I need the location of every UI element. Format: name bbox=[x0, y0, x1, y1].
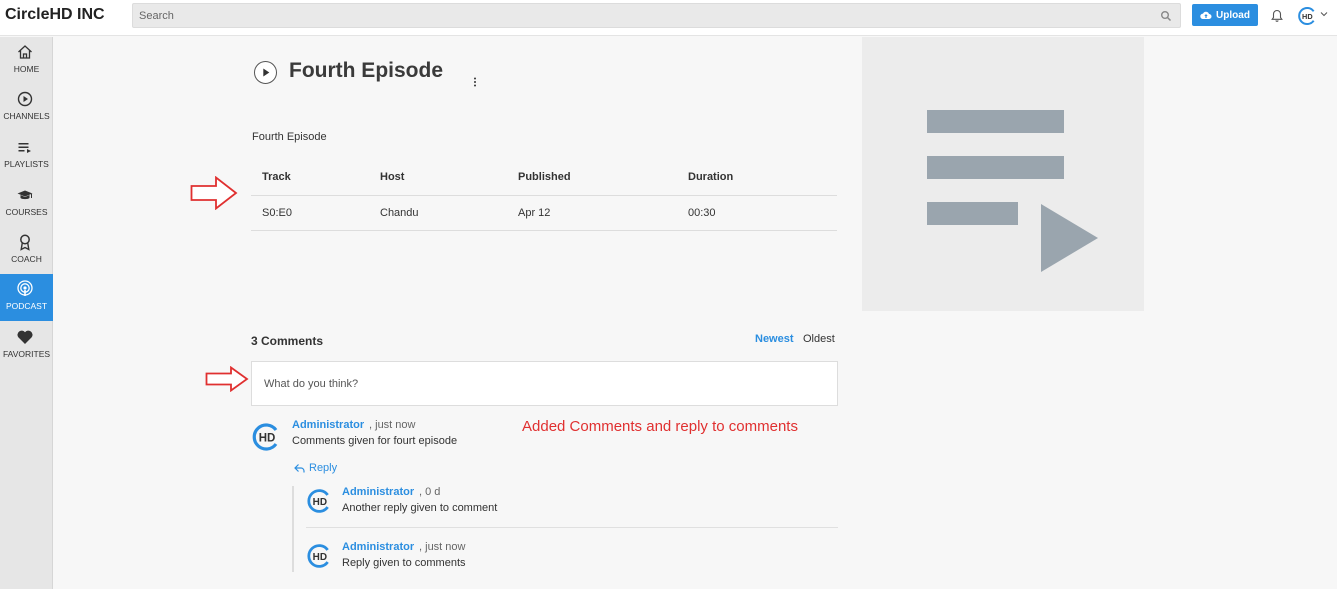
table-header-row: Track Host Published Duration bbox=[251, 160, 837, 196]
svg-text:HD: HD bbox=[313, 497, 327, 508]
upload-label: Upload bbox=[1216, 9, 1250, 21]
sidebar-item-label: COURSES bbox=[5, 207, 48, 217]
play-button[interactable] bbox=[254, 61, 277, 84]
page-title: Fourth Episode bbox=[289, 59, 443, 82]
comment-author[interactable]: Administrator bbox=[292, 419, 364, 431]
reply-time-value: just now bbox=[425, 541, 466, 553]
divider bbox=[306, 527, 838, 528]
podcast-icon bbox=[17, 280, 33, 296]
reply-button[interactable]: Reply bbox=[294, 462, 337, 474]
comments-count: 3 Comments bbox=[251, 334, 324, 348]
comment-time: , just now bbox=[369, 419, 416, 431]
search-icon[interactable] bbox=[1160, 10, 1172, 22]
sidebar-item-label: PLAYLISTS bbox=[4, 159, 49, 169]
column-header-published: Published bbox=[507, 160, 677, 196]
heart-icon bbox=[17, 330, 33, 344]
coach-icon bbox=[20, 234, 30, 251]
playlist-icon bbox=[18, 143, 31, 153]
graduation-cap-icon bbox=[17, 190, 33, 200]
reply-author[interactable]: Administrator bbox=[342, 541, 414, 553]
comment-input[interactable] bbox=[252, 362, 837, 405]
reply-time-value: 0 d bbox=[425, 486, 441, 498]
user-avatar[interactable]: HD bbox=[1297, 6, 1317, 26]
sidebar-item-podcast[interactable]: PODCAST bbox=[0, 274, 53, 321]
sidebar-item-courses[interactable]: COURSES bbox=[0, 180, 53, 227]
reply-time: , 0 d bbox=[419, 486, 441, 498]
comment-time-value: just now bbox=[375, 419, 416, 431]
reply-thread-line bbox=[292, 486, 294, 572]
column-header-host: Host bbox=[369, 160, 507, 196]
play-icon bbox=[263, 68, 270, 77]
svg-text:HD: HD bbox=[1302, 12, 1313, 21]
bell-icon[interactable] bbox=[1271, 9, 1283, 23]
podcast-thumbnail bbox=[862, 37, 1144, 311]
home-icon bbox=[18, 45, 32, 59]
avatar[interactable]: HD bbox=[306, 488, 332, 514]
playlist-placeholder-icon bbox=[927, 110, 1098, 272]
play-circle-icon bbox=[17, 91, 33, 107]
reply-text: Reply given to comments bbox=[342, 557, 466, 569]
reply-icon bbox=[294, 464, 305, 473]
sidebar-item-playlists[interactable]: PLAYLISTS bbox=[0, 132, 53, 179]
reply-time: , just now bbox=[419, 541, 466, 553]
cell-duration: 00:30 bbox=[677, 195, 837, 231]
search-bar[interactable] bbox=[132, 3, 1181, 28]
table-row[interactable]: S0:E0 Chandu Apr 12 00:30 bbox=[251, 195, 837, 231]
column-header-duration: Duration bbox=[677, 160, 837, 196]
sidebar-item-label: COACH bbox=[11, 254, 42, 264]
sort-newest-link[interactable]: Newest bbox=[755, 333, 794, 345]
avatar[interactable]: HD bbox=[251, 422, 281, 452]
brand-name[interactable]: CircleHD INC bbox=[5, 6, 105, 24]
sidebar-item-label: FAVORITES bbox=[2, 349, 51, 359]
reply-label: Reply bbox=[309, 462, 338, 474]
annotation-text: Added Comments and reply to comments bbox=[522, 418, 798, 435]
sidebar-item-favorites[interactable]: FAVORITES bbox=[0, 322, 53, 369]
track-table: Track Host Published Duration S0:E0 Chan… bbox=[251, 160, 837, 231]
column-header-track: Track bbox=[251, 160, 369, 196]
upload-button[interactable]: Upload bbox=[1192, 4, 1258, 26]
reply-author[interactable]: Administrator bbox=[342, 486, 414, 498]
more-options-icon[interactable] bbox=[473, 77, 477, 87]
annotation-arrow-icon bbox=[205, 366, 249, 392]
sidebar-item-coach[interactable]: COACH bbox=[0, 227, 53, 274]
chevron-down-icon[interactable] bbox=[1320, 10, 1328, 18]
cell-host: Chandu bbox=[369, 195, 507, 231]
reply-text: Another reply given to comment bbox=[342, 502, 498, 514]
episode-description: Fourth Episode bbox=[252, 131, 327, 143]
annotation-arrow-icon bbox=[190, 176, 238, 210]
sidebar-item-channels[interactable]: CHANNELS bbox=[0, 84, 53, 131]
avatar[interactable]: HD bbox=[306, 543, 332, 569]
svg-text:HD: HD bbox=[313, 552, 327, 563]
search-input[interactable] bbox=[133, 4, 1180, 27]
cloud-upload-icon bbox=[1200, 11, 1212, 19]
sidebar-item-label: HOME bbox=[13, 64, 40, 74]
sort-oldest-link[interactable]: Oldest bbox=[803, 333, 835, 345]
sidebar-item-home[interactable]: HOME bbox=[0, 37, 53, 84]
comment-box[interactable] bbox=[251, 361, 838, 406]
top-bar: CircleHD INC Upload HD bbox=[0, 0, 1337, 36]
sidebar: HOME CHANNELS PLAYLISTS COURSES COACH PO… bbox=[0, 37, 53, 589]
cell-track: S0:E0 bbox=[251, 195, 369, 231]
comment-text: Comments given for fourt episode bbox=[292, 435, 458, 447]
sidebar-item-label: CHANNELS bbox=[3, 111, 50, 121]
svg-text:HD: HD bbox=[259, 433, 276, 445]
cell-published: Apr 12 bbox=[507, 195, 677, 231]
sidebar-item-label: PODCAST bbox=[5, 301, 48, 311]
